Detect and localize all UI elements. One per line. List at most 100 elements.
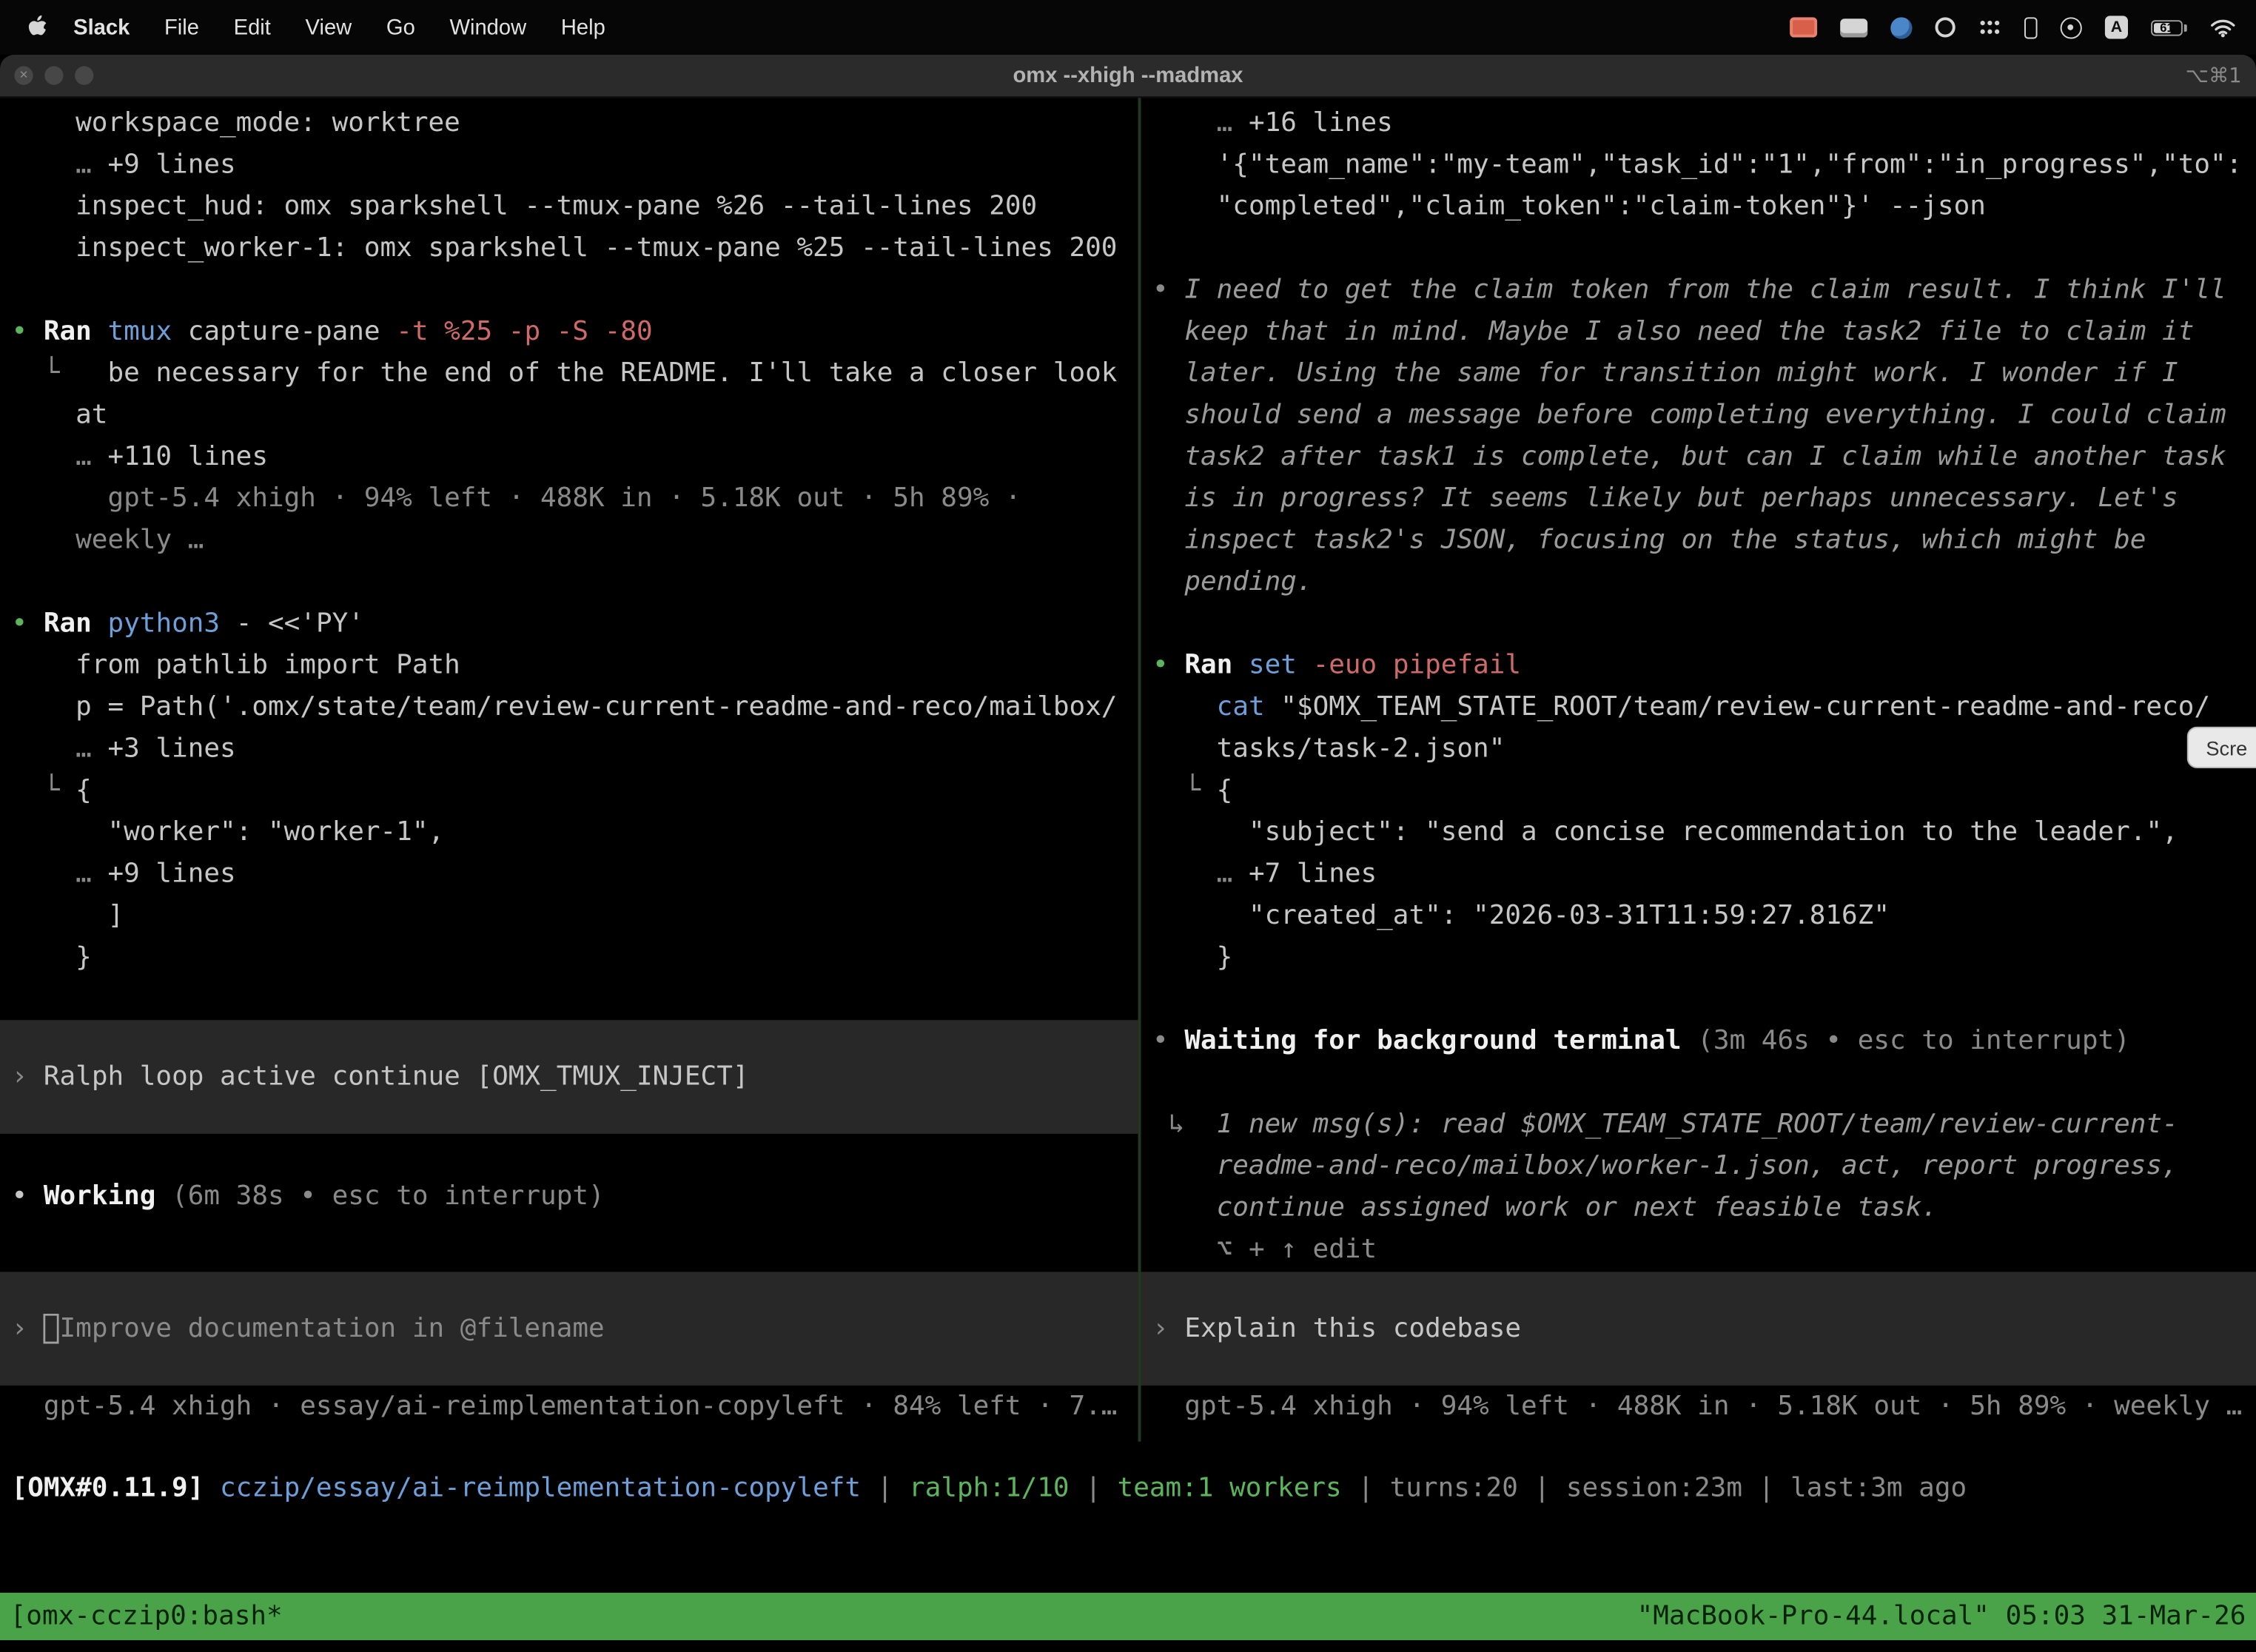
battery-body: 61	[2151, 19, 2183, 35]
right-pane[interactable]: … +16 lines '{"team_name":"my-team","tas…	[1141, 98, 2256, 1442]
terminal-line: … +9 lines	[12, 853, 1138, 895]
terminal-line: keep that in mind. Maybe I also need the…	[1152, 311, 2256, 352]
battery-icon[interactable]: 61	[2151, 19, 2187, 35]
terminal-line: "worker": "worker-1",	[12, 811, 1138, 853]
omx-session-summary: [OMX#0.11.9] cczip/essay/ai-reimplementa…	[12, 1468, 2256, 1509]
terminal-line: tasks/task-2.json"	[1152, 728, 2256, 770]
screen: Slack File Edit View Go Window Help A	[0, 0, 2256, 1652]
left-pane-bottom: › Improve documentation in @filename gpt…	[12, 1272, 1138, 1427]
terminal-line: ↳ 1 new msg(s): read $OMX_TEAM_STATE_ROO…	[1152, 1104, 2256, 1145]
terminal-line: … +9 lines	[12, 144, 1138, 185]
waiting-status: • Waiting for background terminal (3m 46…	[1152, 1020, 2256, 1061]
menu-item-help[interactable]: Help	[561, 15, 605, 39]
terminal-line: "subject": "send a concise recommendatio…	[1152, 811, 2256, 853]
terminal-line: later. Using the same for transition mig…	[1152, 352, 2256, 394]
left-pane-content: workspace_mode: worktree … +9 lines insp…	[12, 102, 1138, 1218]
menu-bar: Slack File Edit View Go Window Help A	[0, 0, 2256, 55]
terminal-line: cat "$OMX_TEAM_STATE_ROOT/team/review-cu…	[1152, 686, 2256, 728]
terminal-line: ⌥ + ↑ edit	[1152, 1229, 2256, 1270]
device-icon[interactable]	[2024, 16, 2037, 38]
grid-dots-glyph	[1978, 19, 2001, 36]
menu-app-name[interactable]: Slack	[73, 15, 130, 39]
terminal-line: task2 after task1 is complete, but can I…	[1152, 436, 2256, 477]
tmux-status-bar: [omx-cczip0:bash* "MacBook-Pro-44.local"…	[0, 1593, 2256, 1640]
terminal-line: └ {	[12, 770, 1138, 811]
terminal-line: should send a message before completing …	[1152, 394, 2256, 436]
omx-status-line: [OMX#0.11.9] cczip/essay/ai-reimplementa…	[0, 1442, 2256, 1509]
right-prompt-input[interactable]: › Explain this codebase	[1141, 1272, 2256, 1386]
right-pane-bottom: › Explain this codebase gpt-5.4 xhigh · …	[1152, 1272, 2256, 1427]
terminal-line: continue assigned work or next feasible …	[1152, 1187, 2256, 1229]
record-ring-icon[interactable]	[1936, 17, 1955, 37]
menu-bar-left: Slack File Edit View Go Window Help	[0, 14, 639, 40]
screen-recording-icon[interactable]	[1790, 17, 1817, 37]
screen-overlay-button[interactable]: Scre	[2187, 727, 2256, 768]
text-cursor	[44, 1314, 60, 1344]
terminal-line: from pathlib import Path	[12, 645, 1138, 686]
terminal-line: pending.	[1152, 561, 2256, 602]
keyboard-icon[interactable]	[1840, 18, 1867, 36]
terminal-line	[12, 561, 1138, 602]
terminal-line: inspect_hud: omx sparkshell --tmux-pane …	[12, 186, 1138, 227]
menu-items: File Edit View Go Window Help	[164, 15, 639, 39]
app-blue-icon[interactable]	[1890, 16, 1912, 38]
terminal-line	[1152, 1062, 2256, 1104]
screen-overlay-label: Scre	[2206, 736, 2247, 759]
right-pane-content: … +16 lines '{"team_name":"my-team","tas…	[1152, 102, 2256, 1270]
input-source-icon[interactable]: A	[2105, 16, 2128, 38]
terminal-line: }	[12, 936, 1138, 978]
terminal-line: ]	[12, 895, 1138, 936]
menu-item-go[interactable]: Go	[386, 15, 415, 39]
terminal-window: × omx --xhigh --madmax ⌥⌘1 workspace_mod…	[0, 55, 2256, 1652]
wifi-icon[interactable]	[2210, 18, 2236, 36]
terminal-line	[1152, 227, 2256, 269]
window-title: omx --xhigh --madmax	[0, 55, 2256, 98]
apple-menu[interactable]	[26, 14, 47, 40]
title-bar[interactable]: × omx --xhigh --madmax ⌥⌘1	[0, 55, 2256, 98]
terminal-line: … +7 lines	[1152, 853, 2256, 895]
terminal-line: gpt-5.4 xhigh · 94% left · 488K in · 5.1…	[12, 477, 1138, 519]
terminal-content: workspace_mode: worktree … +9 lines insp…	[0, 98, 2256, 1651]
tmux-session-label: [omx-cczip0:bash*	[10, 1596, 283, 1637]
terminal-line: … +3 lines	[12, 728, 1138, 770]
terminal-line: • I need to get the claim token from the…	[1152, 269, 2256, 311]
terminal-line: weekly …	[12, 520, 1138, 561]
terminal-line	[1152, 978, 2256, 1020]
wifi-glyph	[2210, 18, 2236, 36]
battery-percent: 61	[2152, 21, 2181, 33]
ralph-loop-notice[interactable]: › Ralph loop active continue [OMX_TMUX_I…	[0, 1020, 1138, 1134]
menu-bar-status-icons: A 61	[1790, 16, 2256, 38]
terminal-line	[12, 1134, 1138, 1175]
left-pane[interactable]: workspace_mode: worktree … +9 lines insp…	[0, 98, 1138, 1442]
terminal-line: workspace_mode: worktree	[12, 102, 1138, 144]
terminal-line	[12, 978, 1138, 1020]
window-shortcut: ⌥⌘1	[2186, 55, 2242, 98]
terminal-empty-space	[0, 1509, 2256, 1593]
terminal-line: readme-and-reco/mailbox/worker-1.json, a…	[1152, 1145, 2256, 1186]
terminal-line	[12, 269, 1138, 311]
tmux-host-time-label: "MacBook-Pro-44.local" 05:03 31-Mar-26	[1637, 1596, 2246, 1637]
terminal-line: "created_at": "2026-03-31T11:59:27.816Z"	[1152, 895, 2256, 936]
apple-icon	[26, 14, 47, 40]
terminal-line: └ {	[1152, 770, 2256, 811]
tmux-panes: workspace_mode: worktree … +9 lines insp…	[0, 98, 2256, 1442]
menu-item-edit[interactable]: Edit	[234, 15, 271, 39]
terminal-line: └ be necessary for the end of the README…	[12, 352, 1138, 394]
terminal-line: at	[12, 394, 1138, 436]
terminal-line: … +16 lines	[1152, 102, 2256, 144]
right-model-status-footer: gpt-5.4 xhigh · 94% left · 488K in · 5.1…	[1152, 1386, 2256, 1427]
terminal-line: • Ran set -euo pipefail	[1152, 645, 2256, 686]
left-model-status-footer: gpt-5.4 xhigh · essay/ai-reimplementatio…	[12, 1386, 1138, 1427]
menu-extra-icon[interactable]	[2061, 16, 2082, 38]
terminal-line: … +110 lines	[12, 436, 1138, 477]
menu-item-window[interactable]: Window	[449, 15, 526, 39]
menu-item-file[interactable]: File	[164, 15, 199, 39]
terminal-line: • Ran tmux capture-pane -t %25 -p -S -80	[12, 311, 1138, 352]
menu-item-view[interactable]: View	[306, 15, 352, 39]
terminal-line: '{"team_name":"my-team","task_id":"1","f…	[1152, 144, 2256, 185]
app-grid-icon[interactable]	[1978, 19, 2001, 36]
left-prompt-input[interactable]: › Improve documentation in @filename	[0, 1272, 1138, 1386]
working-status: • Working (6m 38s • esc to interrupt)	[12, 1175, 1138, 1217]
terminal-line: is in progress? It seems likely but perh…	[1152, 477, 2256, 519]
terminal-line: • Ran python3 - <<'PY'	[12, 602, 1138, 644]
